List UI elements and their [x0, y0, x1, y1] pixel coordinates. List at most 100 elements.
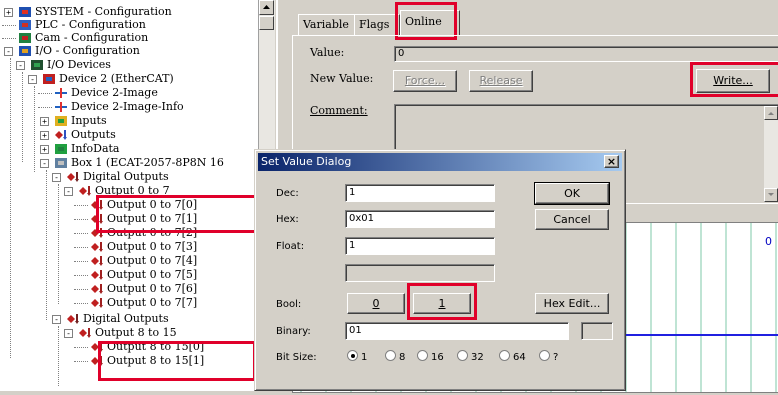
expand-icon[interactable]: + — [40, 131, 49, 140]
box-icon — [54, 157, 68, 169]
tree-item[interactable]: Device 2-Image-Info — [54, 100, 184, 114]
bit-size-radio-64[interactable]: 64 — [499, 350, 526, 363]
tree-item-label: Outputs — [71, 128, 116, 141]
tree-item[interactable]: Device 2 (EtherCAT) — [42, 72, 174, 86]
binary-label: Binary: — [276, 326, 311, 337]
tree-item-label: Output 8 to 15[0] — [107, 340, 205, 353]
collapse-icon[interactable]: - — [28, 75, 37, 84]
tree-item[interactable]: Inputs — [54, 114, 107, 128]
tree-item[interactable]: Outputs — [54, 128, 116, 142]
tree-item-label: Output 8 to 15[1] — [107, 354, 205, 367]
tree-item-label: Output 0 to 7[5] — [107, 268, 198, 281]
expand-icon[interactable]: + — [40, 117, 49, 126]
tree-item[interactable]: Output 0 to 7[2] — [90, 226, 197, 240]
bit-size-radio-1[interactable]: 1 — [347, 350, 367, 363]
tab-flags[interactable]: Flags — [354, 14, 400, 36]
tree-item[interactable]: Output 0 to 7 — [78, 184, 170, 198]
expand-icon[interactable]: + — [40, 145, 49, 154]
collapse-icon[interactable]: - — [40, 159, 49, 168]
tree-guide-line — [22, 72, 23, 162]
device-image-icon — [54, 87, 68, 99]
tree-item[interactable]: Output 0 to 7[0] — [90, 198, 197, 212]
tree-item[interactable]: Box 1 (ECAT-2057-8P8N 16 — [54, 156, 224, 170]
tree-connector — [74, 219, 88, 220]
tree-item[interactable]: Output 0 to 7[6] — [90, 282, 197, 296]
bit-size-radio-8[interactable]: 8 — [385, 350, 405, 363]
expand-icon[interactable]: + — [4, 8, 13, 17]
dialog-title: Set Value Dialog — [261, 155, 352, 168]
hex-edit-button[interactable]: Hex Edit... — [535, 293, 609, 314]
new-value-label: New Value: — [310, 72, 374, 85]
hex-input[interactable]: 0x01 — [345, 210, 495, 228]
tree-item[interactable]: Output 8 to 15 — [78, 326, 177, 340]
bool-0-button[interactable]: 0 — [347, 293, 405, 314]
float-input[interactable]: 1 — [345, 237, 495, 255]
tree-item[interactable]: Output 0 to 7[7] — [90, 296, 197, 310]
ok-button[interactable]: OK — [535, 183, 609, 204]
dialog-title-bar[interactable]: Set Value Dialog × — [258, 153, 622, 171]
binary-input[interactable]: 01 — [345, 322, 569, 340]
radio-dot-icon — [417, 350, 428, 361]
tree-guide-line — [10, 58, 11, 358]
tree-connector — [2, 38, 16, 39]
collapse-icon[interactable]: - — [16, 61, 25, 70]
tree-item[interactable]: Digital Outputs — [66, 170, 169, 184]
radio-dot-icon — [457, 350, 468, 361]
tree-item[interactable]: Output 8 to 15[1] — [90, 354, 204, 368]
tree-item[interactable]: Cam - Configuration — [18, 31, 148, 45]
tree-item-label: Output 0 to 7[3] — [107, 240, 198, 253]
tree-item-label: PLC - Configuration — [35, 18, 146, 31]
outputs-icon — [54, 129, 68, 141]
io-tree-view[interactable]: + SYSTEM - Configuration PLC - Configurati… — [0, 0, 258, 391]
release-button[interactable]: Release — [469, 70, 533, 92]
collapse-icon[interactable]: - — [64, 329, 73, 338]
tree-item[interactable]: Output 0 to 7[3] — [90, 240, 197, 254]
collapse-icon[interactable]: - — [64, 187, 73, 196]
bit-size-radio-label: 8 — [399, 352, 406, 363]
collapse-icon[interactable]: - — [52, 315, 61, 324]
output-bit-icon — [90, 269, 104, 281]
dec-input[interactable]: 1 — [345, 184, 495, 202]
tree-item[interactable]: InfoData — [54, 142, 119, 156]
inputs-icon — [54, 115, 68, 127]
scroll-up-button[interactable] — [259, 0, 274, 15]
tree-item[interactable]: Output 8 to 15[0] — [90, 340, 204, 354]
radio-dot-icon — [347, 350, 358, 361]
plc-config-icon — [18, 19, 32, 31]
radio-dot-icon — [539, 350, 550, 361]
bool-1-button[interactable]: 1 — [413, 293, 471, 314]
write-button[interactable]: Write... — [696, 69, 770, 93]
tree-connector — [74, 205, 88, 206]
tree-item[interactable]: Digital Outputs — [66, 312, 169, 326]
close-icon[interactable]: × — [604, 155, 619, 168]
bit-size-radio-?[interactable]: ? — [539, 350, 558, 363]
force-button[interactable]: Force... — [393, 70, 457, 92]
tab-online[interactable]: Online — [400, 10, 460, 36]
bit-size-radio-32[interactable]: 32 — [457, 350, 484, 363]
tree-item[interactable]: Output 0 to 7[5] — [90, 268, 197, 282]
tree-connector — [74, 361, 88, 362]
chart-value-label: 0 — [765, 235, 772, 248]
comment-scroll-down[interactable] — [764, 188, 778, 202]
tab-variable[interactable]: Variable — [298, 14, 360, 36]
comment-scrollbar[interactable] — [764, 106, 778, 202]
scroll-thumb[interactable] — [259, 16, 274, 30]
tree-item[interactable]: Output 0 to 7[1] — [90, 212, 197, 226]
collapse-icon[interactable]: - — [4, 47, 13, 56]
tree-item[interactable]: I/O Devices — [30, 58, 111, 72]
tree-item[interactable]: Output 0 to 7[4] — [90, 254, 197, 268]
tree-item-label: I/O - Configuration — [35, 44, 140, 57]
bit-size-radio-16[interactable]: 16 — [417, 350, 444, 363]
tree-connector — [74, 289, 88, 290]
comment-scroll-up[interactable] — [764, 106, 778, 120]
ethercat-device-icon — [42, 73, 56, 85]
collapse-icon[interactable]: - — [52, 173, 61, 182]
tree-item[interactable]: Device 2-Image — [54, 86, 158, 100]
tree-item[interactable]: SYSTEM - Configuration — [18, 5, 172, 19]
tree-item[interactable]: PLC - Configuration — [18, 18, 146, 32]
output-bit-icon — [90, 355, 104, 367]
tree-item-label: Device 2-Image — [71, 86, 158, 99]
cancel-button[interactable]: Cancel — [535, 209, 609, 230]
tree-item[interactable]: I/O - Configuration — [18, 44, 140, 58]
value-field: 0 — [394, 46, 778, 62]
